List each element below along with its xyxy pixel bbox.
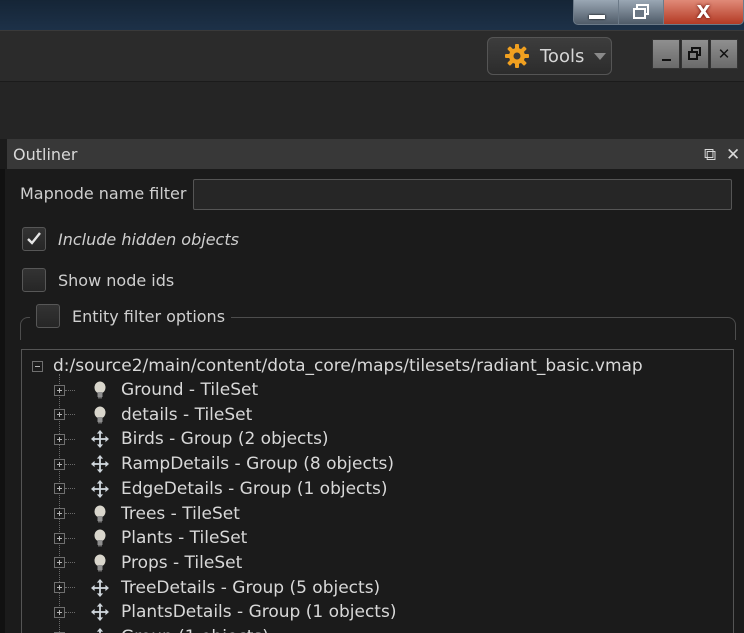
include-hidden-checkbox[interactable] xyxy=(22,227,46,251)
tree-branch-line xyxy=(65,587,75,589)
tools-menu-button[interactable]: Tools xyxy=(487,37,612,75)
expand-icon[interactable] xyxy=(54,606,65,618)
tree-item-label: Plants - TileSet xyxy=(121,528,248,549)
outliner-header: Outliner ⧉ ✕ xyxy=(7,139,744,169)
window-maximize-button[interactable] xyxy=(618,0,664,25)
move-arrows-icon xyxy=(91,430,109,449)
tree-item-label: Ground - TileSet xyxy=(121,380,259,400)
panel-close-button[interactable]: ✕ xyxy=(710,39,738,69)
tree-branch-line xyxy=(65,414,75,416)
show-node-ids-label: Show node ids xyxy=(58,270,175,290)
toolbar-area xyxy=(0,82,744,139)
tree-item-label: EdgeDetails - Group (1 objects) xyxy=(121,478,388,499)
chevron-down-icon xyxy=(594,52,607,60)
tree-item-label: RampDetails - Group (8 objects) xyxy=(121,454,394,475)
tools-label: Tools xyxy=(540,45,585,67)
tree-branch-line xyxy=(65,513,75,514)
panel-minimize-button[interactable] xyxy=(652,39,680,69)
expand-icon[interactable] xyxy=(54,532,65,544)
tree-branch-line xyxy=(65,438,75,440)
minimize-icon xyxy=(588,15,605,19)
entity-filter-checkbox-row[interactable]: Entity filter options xyxy=(30,304,232,328)
tree-branch-line xyxy=(65,389,75,391)
expand-icon[interactable] xyxy=(54,433,65,445)
move-arrows-icon xyxy=(91,578,109,597)
entity-filter-checkbox[interactable] xyxy=(36,304,60,328)
expand-icon[interactable] xyxy=(54,582,65,594)
move-arrows-icon xyxy=(91,628,109,633)
tree-root-row[interactable]: d:/source2/main/content/dota_core/maps/t… xyxy=(32,356,643,376)
tree-branch-line xyxy=(65,537,75,539)
move-arrows-icon xyxy=(91,479,109,498)
lightbulb-icon xyxy=(91,554,109,572)
window-minimize-button[interactable] xyxy=(573,0,620,25)
tree-branch-line xyxy=(65,488,75,490)
tree-item-label: TreeDetails - Group (5 objects) xyxy=(121,577,381,598)
tree-item-label: details - TileSet xyxy=(121,404,253,425)
close-icon: X xyxy=(696,1,711,23)
checkmark-icon xyxy=(27,232,41,245)
close-icon: ✕ xyxy=(717,45,731,63)
lightbulb-icon xyxy=(91,505,109,523)
tree-item-label: Birds - Group (2 objects) xyxy=(121,429,329,450)
close-panel-icon[interactable]: ✕ xyxy=(726,145,740,165)
tree-item[interactable]: PlantsDetails - Group (1 objects) xyxy=(54,601,397,623)
expand-icon[interactable] xyxy=(54,483,65,495)
expand-icon[interactable] xyxy=(54,409,65,421)
restore-icon xyxy=(688,47,701,60)
app-menubar: Tools ✕ xyxy=(0,30,744,83)
tree-item-label: Group (1 objects) xyxy=(121,627,269,633)
gear-icon xyxy=(505,44,529,68)
tree-item[interactable]: details - TileSet xyxy=(54,404,253,426)
tree-item[interactable]: Group (1 objects) xyxy=(54,626,269,633)
window-titlebar: X xyxy=(0,0,744,30)
tree-item[interactable]: Props - TileSet xyxy=(54,552,243,574)
include-hidden-checkbox-row[interactable]: Include hidden objects xyxy=(22,227,239,251)
float-panel-icon[interactable]: ⧉ xyxy=(704,145,716,165)
tree-item[interactable]: RampDetails - Group (8 objects) xyxy=(54,453,394,475)
mapnode-filter-input[interactable] xyxy=(193,179,732,210)
tree-item-label: PlantsDetails - Group (1 objects) xyxy=(121,602,397,623)
tree-item[interactable]: TreeDetails - Group (5 objects) xyxy=(54,577,381,599)
outliner-tree[interactable]: d:/source2/main/content/dota_core/maps/t… xyxy=(21,349,734,633)
tree-item[interactable]: Birds - Group (2 objects) xyxy=(54,428,329,450)
tree-branch-line xyxy=(65,463,75,465)
lightbulb-icon xyxy=(91,529,109,547)
tree-item[interactable]: EdgeDetails - Group (1 objects) xyxy=(54,478,388,500)
collapse-icon[interactable] xyxy=(32,360,43,372)
window-close-button[interactable]: X xyxy=(663,0,744,25)
tree-branch-line xyxy=(65,611,75,613)
show-node-ids-checkbox[interactable] xyxy=(22,268,46,292)
panel-restore-button[interactable] xyxy=(681,39,709,69)
lightbulb-icon xyxy=(91,381,109,399)
maximize-icon xyxy=(633,4,649,19)
minimize-icon xyxy=(661,59,671,61)
show-node-ids-checkbox-row[interactable]: Show node ids xyxy=(22,268,174,292)
tree-root-label: d:/source2/main/content/dota_core/maps/t… xyxy=(53,356,643,376)
expand-icon[interactable] xyxy=(54,458,65,470)
tree-item[interactable]: Ground - TileSet xyxy=(54,379,259,401)
expand-icon[interactable] xyxy=(54,557,65,569)
tree-branch-line xyxy=(65,562,75,564)
entity-filter-label: Entity filter options xyxy=(72,306,226,326)
tree-item-label: Props - TileSet xyxy=(121,552,243,573)
outliner-title: Outliner xyxy=(13,144,78,164)
expand-icon[interactable] xyxy=(54,508,65,519)
mapnode-filter-label: Mapnode name filter xyxy=(20,184,187,203)
move-arrows-icon xyxy=(91,455,109,474)
tree-item[interactable]: Trees - TileSet xyxy=(54,503,240,525)
move-arrows-icon xyxy=(91,603,109,622)
panel-edge xyxy=(0,169,5,633)
include-hidden-label: Include hidden objects xyxy=(58,229,239,249)
lightbulb-icon xyxy=(91,406,109,424)
tree-item[interactable]: Plants - TileSet xyxy=(54,527,248,549)
expand-icon[interactable] xyxy=(54,384,65,396)
outliner-panel: Outliner ⧉ ✕ Mapnode name filter Include… xyxy=(0,139,744,633)
tree-item-label: Trees - TileSet xyxy=(121,503,240,524)
